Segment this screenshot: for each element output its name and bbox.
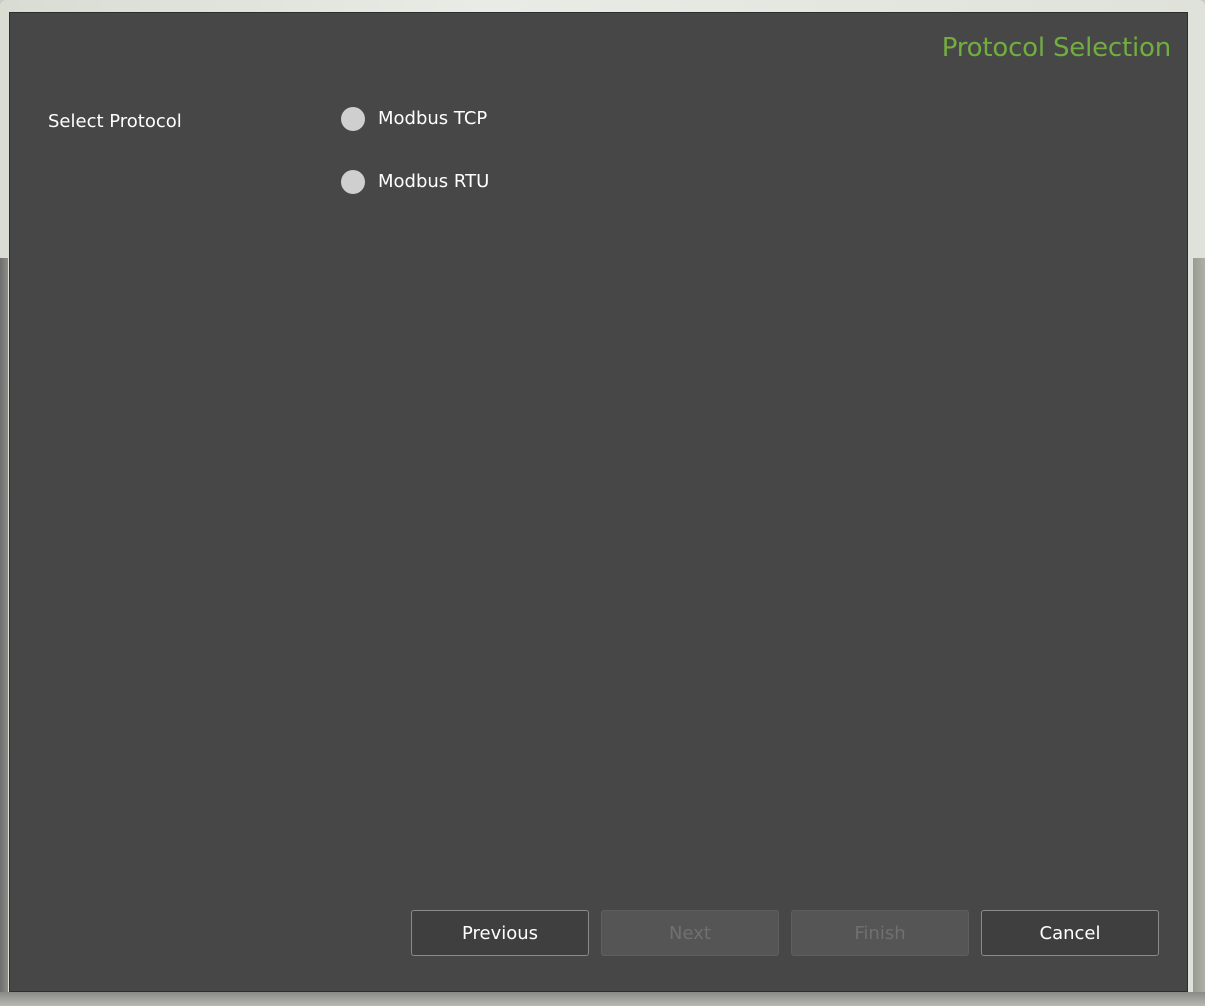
cancel-button[interactable]: Cancel (981, 910, 1159, 956)
window-border-bottom (0, 992, 1205, 1006)
next-button[interactable]: Next (601, 910, 779, 956)
wizard-panel: Protocol Selection Select Protocol Modbu… (9, 12, 1188, 992)
radio-button-icon[interactable] (341, 107, 365, 131)
radio-button-icon[interactable] (341, 170, 365, 194)
window-frame: Protocol Selection Select Protocol Modbu… (0, 0, 1205, 1006)
previous-button[interactable]: Previous (411, 910, 589, 956)
finish-button[interactable]: Finish (791, 910, 969, 956)
radio-option-label: Modbus RTU (378, 171, 490, 192)
page-title: Protocol Selection (941, 33, 1171, 63)
window-border-right (1193, 258, 1205, 1006)
select-protocol-label: Select Protocol (48, 111, 182, 132)
radio-option-modbus-rtu[interactable]: Modbus RTU (341, 170, 489, 194)
radio-option-label: Modbus TCP (378, 108, 488, 129)
window-border-left (0, 258, 8, 1006)
radio-option-modbus-tcp[interactable]: Modbus TCP (341, 107, 487, 131)
